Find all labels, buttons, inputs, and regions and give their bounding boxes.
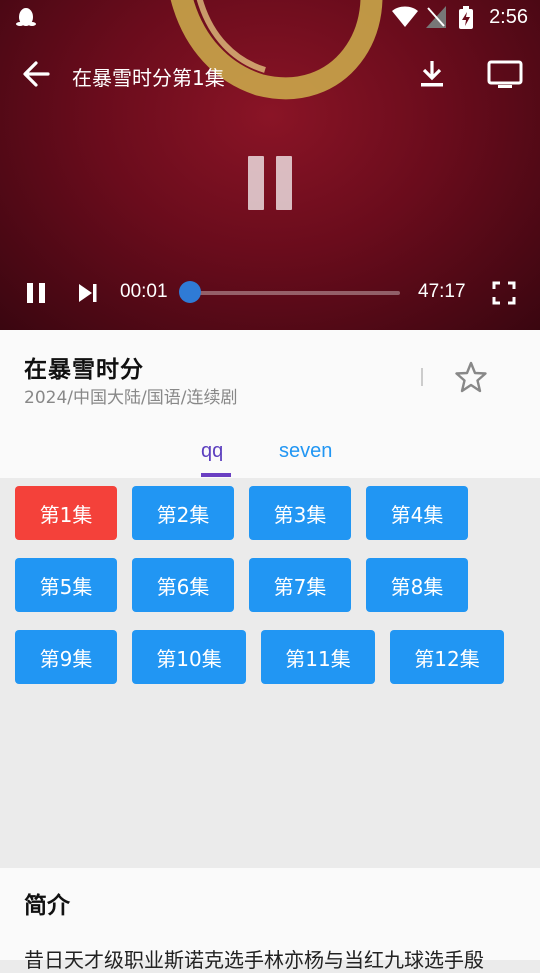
- episode-list: 第1集 第2集 第3集 第4集 第5集 第6集 第7集 第8集 第9集 第10集…: [0, 478, 540, 868]
- pause-icon[interactable]: [25, 282, 47, 304]
- show-meta: 2024/中国大陆/国语/连续剧: [24, 388, 238, 408]
- episode-button-1[interactable]: 第1集: [15, 486, 117, 540]
- show-info: 在暴雪时分 2024/中国大陆/国语/连续剧 qq seven: [0, 330, 540, 478]
- intro-section: 简介 昔日天才级职业斯诺克选手林亦杨与当红九球选手殷: [0, 868, 540, 972]
- pause-bar-left: [248, 156, 264, 210]
- episode-button-5[interactable]: 第5集: [15, 558, 117, 612]
- episode-button-12[interactable]: 第12集: [390, 630, 504, 684]
- pause-bar-right: [276, 156, 292, 210]
- fullscreen-icon[interactable]: [492, 281, 516, 305]
- current-time: 00:01: [120, 281, 168, 302]
- episode-button-11[interactable]: 第11集: [261, 630, 375, 684]
- tv-cast-icon[interactable]: [486, 58, 524, 90]
- episode-button-8[interactable]: 第8集: [366, 558, 468, 612]
- status-time: 2:56: [489, 6, 528, 28]
- skip-next-icon[interactable]: [77, 282, 99, 304]
- qq-penguin-icon: [16, 8, 36, 26]
- duration: 47:17: [418, 281, 466, 302]
- star-outline-icon[interactable]: [454, 360, 488, 394]
- wifi-icon: [392, 6, 418, 27]
- tab-indicator: [201, 473, 231, 477]
- episode-button-9[interactable]: 第9集: [15, 630, 117, 684]
- seek-thumb[interactable]: [179, 281, 201, 303]
- status-bar: 2:56: [0, 0, 540, 36]
- no-signal-icon: [426, 6, 446, 28]
- episode-button-7[interactable]: 第7集: [249, 558, 351, 612]
- video-player[interactable]: 2:56 在暴雪时分第1集 00:01 47:17: [0, 0, 540, 330]
- tab-qq[interactable]: qq: [201, 440, 223, 463]
- episode-button-6[interactable]: 第6集: [132, 558, 234, 612]
- episode-button-10[interactable]: 第10集: [132, 630, 246, 684]
- seek-bar[interactable]: [190, 291, 400, 295]
- battery-charging-icon: [459, 6, 473, 29]
- player-top-bar: 在暴雪时分第1集: [0, 50, 540, 98]
- intro-title: 简介: [24, 893, 70, 919]
- episode-button-3[interactable]: 第3集: [249, 486, 351, 540]
- download-icon[interactable]: [416, 58, 448, 90]
- tab-seven[interactable]: seven: [279, 440, 332, 463]
- intro-text: 昔日天才级职业斯诺克选手林亦杨与当红九球选手殷: [24, 948, 484, 972]
- back-arrow-icon[interactable]: [18, 58, 54, 90]
- divider: [421, 368, 423, 386]
- center-pause-button[interactable]: [246, 156, 294, 212]
- show-title: 在暴雪时分: [24, 357, 144, 383]
- player-title: 在暴雪时分第1集: [72, 66, 225, 90]
- episode-button-2[interactable]: 第2集: [132, 486, 234, 540]
- episode-button-4[interactable]: 第4集: [366, 486, 468, 540]
- player-controls: 00:01 47:17: [0, 270, 540, 314]
